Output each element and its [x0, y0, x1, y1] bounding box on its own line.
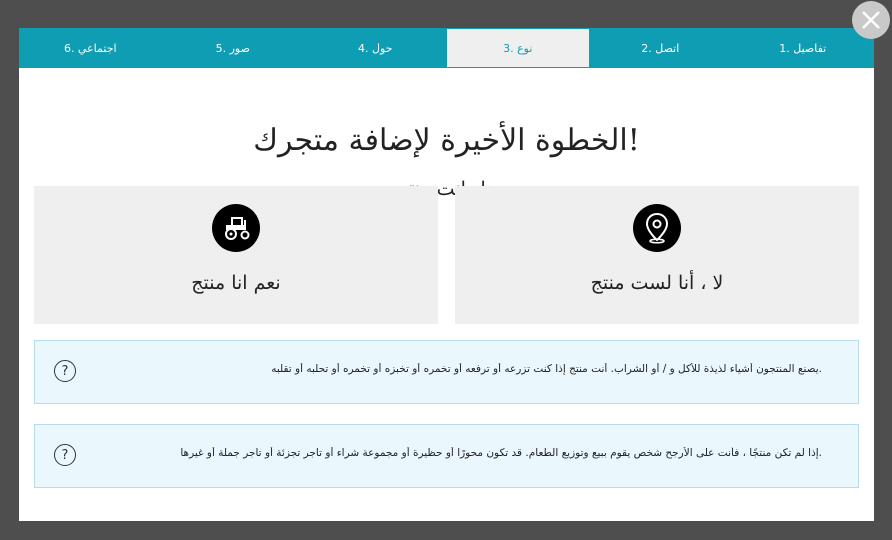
tab-contact[interactable]: اتصل .2	[589, 28, 732, 68]
producer-info-text: .يصنع المنتجون أشياء لذيذة للأكل و / أو …	[271, 363, 822, 375]
step-tabs: تفاصيل .1 اتصل .2 نوع .3 حول .4 صور .5 ا…	[19, 28, 874, 68]
close-icon	[862, 11, 880, 29]
question-icon[interactable]: ?	[54, 360, 76, 382]
producer-no-label: لا ، أنا لست منتج	[590, 272, 724, 294]
producer-no-option[interactable]: لا ، أنا لست منتج	[455, 186, 859, 324]
producer-info-box: ? .يصنع المنتجون أشياء لذيذة للأكل و / أ…	[34, 340, 859, 404]
tab-type[interactable]: نوع .3	[446, 29, 589, 67]
tab-images[interactable]: صور .5	[162, 28, 305, 68]
non-producer-info-text: .إذا لم تكن منتجًا ، فأنت على الأرجح شخص…	[180, 447, 822, 459]
tab-details[interactable]: تفاصيل .1	[732, 28, 875, 68]
location-pin-icon	[633, 204, 681, 252]
close-button[interactable]	[852, 1, 890, 39]
non-producer-info-box: ? .إذا لم تكن منتجًا ، فأنت على الأرجح ش…	[34, 424, 859, 488]
question-icon[interactable]: ?	[54, 444, 76, 466]
producer-yes-option[interactable]: نعم انا منتج	[34, 186, 438, 324]
producer-yes-label: نعم انا منتج	[191, 272, 281, 294]
tab-about[interactable]: حول .4	[304, 28, 447, 68]
tab-social[interactable]: اجتماعي .6	[19, 28, 162, 68]
tractor-icon	[212, 204, 260, 252]
page-title: !الخطوة الأخيرة لإضافة متجرك	[253, 123, 640, 158]
